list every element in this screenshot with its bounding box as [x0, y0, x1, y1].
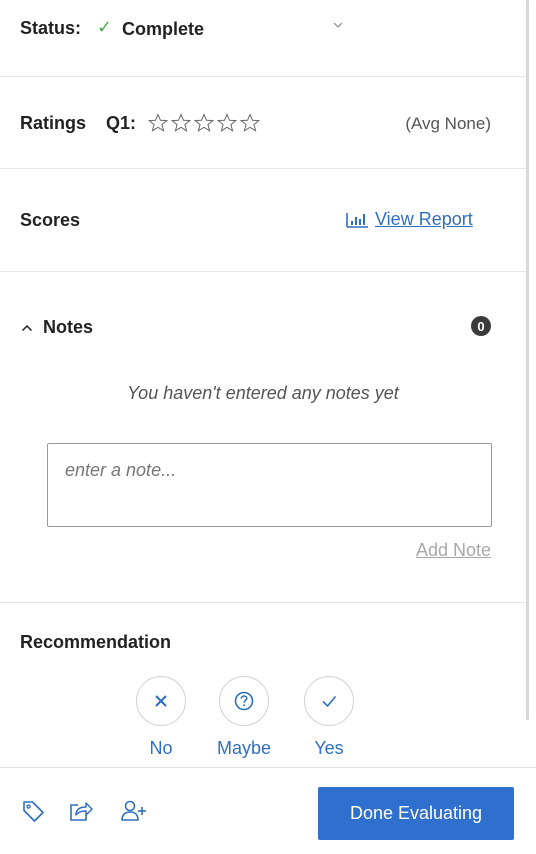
x-icon: [155, 695, 167, 707]
recommendation-yes-label: Yes: [314, 738, 344, 758]
view-report-label: View Report: [375, 209, 473, 229]
recommendation-title: Recommendation: [20, 632, 172, 652]
ratings-label: Ratings: [20, 113, 87, 133]
recommendation-yes-circle[interactable]: [304, 676, 354, 726]
recommendation-maybe[interactable]: Maybe: [204, 676, 284, 759]
ratings-section: Ratings Q1: (Avg None): [0, 77, 526, 169]
recommendation-maybe-label: Maybe: [216, 738, 272, 758]
recommendation-section: Recommendation No Maybe Yes: [0, 603, 526, 766]
add-note-button[interactable]: Add Note: [416, 540, 491, 561]
recommendation-no[interactable]: No: [121, 676, 201, 759]
star-icon[interactable]: [171, 113, 191, 133]
recommendation-maybe-circle[interactable]: [219, 676, 269, 726]
notes-section: Notes 0 You haven't entered any notes ye…: [0, 272, 526, 603]
add-user-icon[interactable]: [119, 798, 147, 824]
recommendation-yes[interactable]: Yes: [289, 676, 369, 759]
notes-title: Notes: [43, 317, 94, 337]
notes-toggle[interactable]: Notes: [20, 317, 93, 338]
scrollbar[interactable]: [526, 0, 529, 720]
scores-section: Scores View Report: [0, 169, 526, 272]
share-icon[interactable]: [67, 798, 95, 824]
status-value: Complete: [122, 19, 205, 39]
notes-count-badge: 0: [471, 316, 491, 336]
note-input[interactable]: [47, 443, 492, 527]
ratings-average: (Avg None): [405, 114, 491, 133]
star-icon[interactable]: [194, 113, 214, 133]
check-icon: [322, 695, 337, 708]
question-circle-icon: [234, 691, 254, 711]
ratings-question: Q1:: [106, 113, 137, 133]
done-evaluating-button[interactable]: Done Evaluating: [318, 787, 514, 840]
chevron-up-icon: [21, 324, 33, 331]
scores-label: Scores: [20, 210, 81, 230]
status-section: Status: ✓ Complete: [0, 0, 526, 77]
recommendation-no-circle[interactable]: [136, 676, 186, 726]
bar-chart-icon: [346, 212, 368, 228]
status-label: Status:: [20, 18, 82, 38]
recommendation-no-label: No: [149, 738, 173, 758]
star-icon[interactable]: [217, 113, 237, 133]
notes-empty-message: You haven't entered any notes yet: [127, 383, 399, 403]
star-icon[interactable]: [240, 113, 260, 133]
check-icon: ✓: [97, 17, 113, 37]
star-rating: [148, 113, 260, 133]
tag-icon[interactable]: [20, 798, 48, 824]
evaluation-panel: Status: ✓ Complete Ratings Q1: (Avg None…: [0, 0, 526, 766]
star-icon[interactable]: [148, 113, 168, 133]
chevron-down-icon[interactable]: [331, 18, 345, 32]
view-report-link[interactable]: View Report: [345, 209, 473, 230]
footer-toolbar: Done Evaluating: [0, 767, 536, 854]
